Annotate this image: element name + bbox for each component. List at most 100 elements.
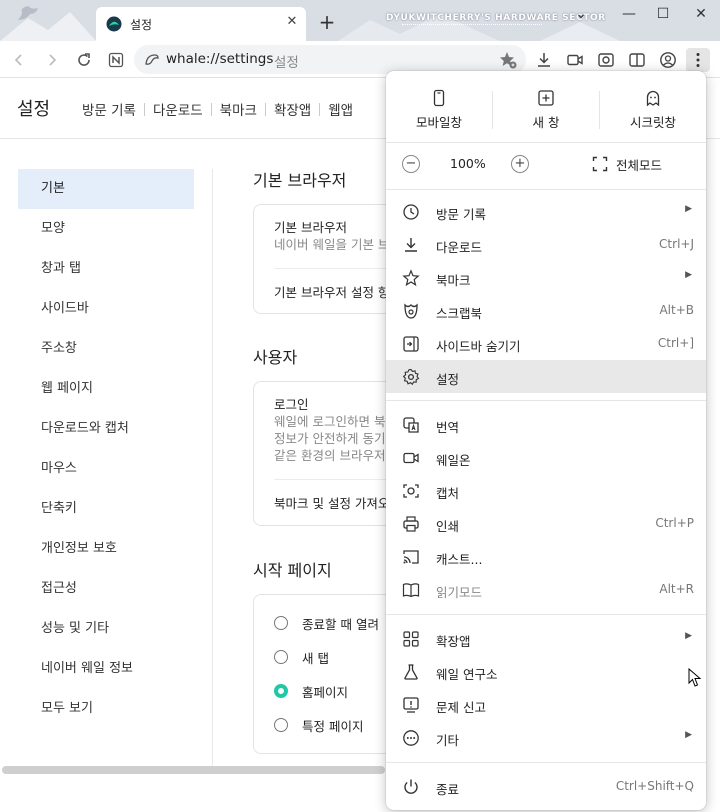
- capture-icon: [598, 53, 614, 67]
- top-nav-bookmarks[interactable]: 북마크: [220, 99, 257, 119]
- fullscreen-button[interactable]: 전체모드: [592, 154, 662, 174]
- reader-icon: [402, 583, 420, 598]
- menu-shortcut: Ctrl+P: [655, 516, 694, 530]
- menu-shortcut: Ctrl+Shift+Q: [615, 779, 694, 793]
- avatar-icon: [660, 52, 676, 68]
- cast-icon: [403, 550, 419, 564]
- radio-new-tab[interactable]: [274, 650, 288, 664]
- sidebar-item-performance[interactable]: 성능 및 기타: [18, 609, 194, 649]
- menu-label: 웨일온: [436, 453, 471, 468]
- more-vertical-icon: [696, 53, 700, 67]
- menu-item-downloads[interactable]: 다운로드 Ctrl+J: [386, 228, 706, 261]
- menu-item-bookmarks[interactable]: 북마크 ▶: [386, 261, 706, 294]
- downloads-button[interactable]: [532, 48, 556, 72]
- menu-item-extensions[interactable]: 확장앱 ▶: [386, 622, 706, 655]
- nav-separator: [264, 102, 266, 116]
- sidebar-item-address-bar[interactable]: 주소창: [18, 329, 194, 369]
- section-title-start-page: 시작 페이지: [253, 561, 332, 580]
- menu-item-whale-lab[interactable]: 웨일 연구소: [386, 655, 706, 688]
- menu-item-cast[interactable]: 캐스트...: [386, 540, 706, 573]
- sidebar-item-download-capture[interactable]: 다운로드와 캡처: [18, 409, 194, 449]
- main-menu-button[interactable]: [686, 48, 710, 72]
- zoom-in-button[interactable]: +: [511, 155, 529, 173]
- menu-item-report-issue[interactable]: 문제 신고: [386, 688, 706, 721]
- secret-window-button[interactable]: 시크릿창: [600, 89, 706, 131]
- naver-home-button[interactable]: [104, 48, 128, 72]
- split-view-icon: [629, 53, 645, 67]
- sidebar-item-web-page[interactable]: 웹 페이지: [18, 369, 194, 409]
- tab-search-icon[interactable]: ⌄: [566, 4, 596, 24]
- new-tab-button[interactable]: +: [316, 12, 338, 34]
- radio-label-restore: 종료할 때 열려: [302, 617, 379, 632]
- back-button[interactable]: [7, 48, 31, 72]
- top-nav-extensions[interactable]: 확장앱: [274, 99, 311, 119]
- menu-divider: [386, 189, 706, 190]
- menu-item-history[interactable]: 방문 기록 ▶: [386, 195, 706, 228]
- download-icon: [538, 53, 550, 67]
- profile-button[interactable]: [656, 48, 680, 72]
- active-tab[interactable]: 설정 ✕: [96, 7, 306, 41]
- submenu-arrow-icon: ▶: [685, 730, 692, 740]
- sidebar-item-privacy[interactable]: 개인정보 보호: [18, 529, 194, 569]
- horizontal-scrollbar[interactable]: [2, 766, 385, 774]
- sidebar-item-sidebar[interactable]: 사이드바: [18, 289, 194, 329]
- capture-button[interactable]: [594, 48, 618, 72]
- import-bookmarks-link[interactable]: 북마크 및 설정 가져오: [274, 493, 389, 512]
- zoom-out-button[interactable]: −: [402, 155, 420, 173]
- menu-item-settings[interactable]: 설정: [386, 360, 706, 687]
- mobile-window-button[interactable]: 모바일창: [386, 89, 492, 131]
- default-browser-settings-link[interactable]: 기본 브라우저 설정 항: [274, 282, 389, 301]
- forward-button[interactable]: [40, 48, 64, 72]
- capture-icon: [403, 484, 419, 498]
- menu-item-exit[interactable]: 종료 Ctrl+Shift+Q: [386, 770, 706, 803]
- minimize-button[interactable]: —: [614, 4, 644, 24]
- new-window-button[interactable]: 새 창: [493, 89, 599, 131]
- sidebar-item-windows-tabs[interactable]: 창과 탭: [18, 249, 194, 289]
- mobile-window-label: 모바일창: [415, 115, 462, 130]
- menu-item-print[interactable]: 인쇄 Ctrl+P: [386, 507, 706, 540]
- sidebar-item-shortcuts[interactable]: 단축키: [18, 489, 194, 529]
- menu-label: 사이드바 숨기기: [436, 339, 521, 354]
- radio-label-specific-page: 특정 페이지: [302, 719, 364, 734]
- top-nav-webapps[interactable]: 웹앱: [328, 99, 353, 119]
- sidebar-item-show-all[interactable]: 모두 보기: [18, 689, 194, 729]
- menu-label: 방문 기록: [436, 207, 486, 222]
- extensions-icon: [403, 631, 419, 647]
- flask-icon: [404, 664, 418, 680]
- menu-divider: [386, 400, 706, 401]
- menu-item-reader-mode[interactable]: 읽기모드 Alt+R: [386, 573, 706, 606]
- sidebar-item-mouse[interactable]: 마우스: [18, 449, 194, 489]
- sidebar-item-basic[interactable]: 기본: [18, 169, 194, 209]
- bookmark-star-icon[interactable]: [498, 50, 518, 70]
- radio-restore[interactable]: [274, 616, 288, 630]
- whale-on-button[interactable]: [563, 48, 587, 72]
- download-icon: [405, 238, 417, 252]
- close-window-button[interactable]: ✕: [686, 4, 716, 24]
- naver-icon: [108, 52, 124, 68]
- top-nav-history[interactable]: 방문 기록: [82, 99, 136, 119]
- menu-item-scrapbook[interactable]: 스크랩북 Alt+B: [386, 294, 706, 327]
- sidebar-toggle-button[interactable]: [625, 48, 649, 72]
- radio-specific-page[interactable]: [274, 718, 288, 732]
- menu-item-capture[interactable]: 캡처: [386, 474, 706, 507]
- address-bar[interactable]: whale://settings 설정: [134, 45, 526, 74]
- sidebar-item-about[interactable]: 네이버 웨일 정보: [18, 649, 194, 689]
- menu-label: 설정: [436, 372, 460, 387]
- sidebar-item-accessibility[interactable]: 접근성: [18, 569, 194, 609]
- fullscreen-label: 전체모드: [616, 157, 663, 173]
- login-row-title: 로그인: [274, 397, 309, 412]
- history-icon: [403, 204, 419, 220]
- radio-homepage-selected[interactable]: [274, 684, 288, 698]
- maximize-button[interactable]: ☐: [648, 4, 678, 24]
- menu-shortcut: Ctrl+]: [657, 336, 694, 350]
- menu-item-translate[interactable]: 번역: [386, 408, 706, 441]
- top-nav-downloads[interactable]: 다운로드: [153, 99, 203, 119]
- fullscreen-icon: [592, 156, 608, 172]
- reload-button[interactable]: [72, 48, 96, 72]
- menu-item-more[interactable]: 기타 ▶: [386, 721, 706, 754]
- menu-item-hide-sidebar[interactable]: 사이드바 숨기기 Ctrl+]: [386, 327, 706, 360]
- menu-item-whale-on[interactable]: 웨일온: [386, 441, 706, 474]
- sidebar-item-appearance[interactable]: 모양: [18, 209, 194, 249]
- tab-close-icon[interactable]: ✕: [283, 13, 301, 31]
- whale-favicon-icon: [106, 16, 122, 32]
